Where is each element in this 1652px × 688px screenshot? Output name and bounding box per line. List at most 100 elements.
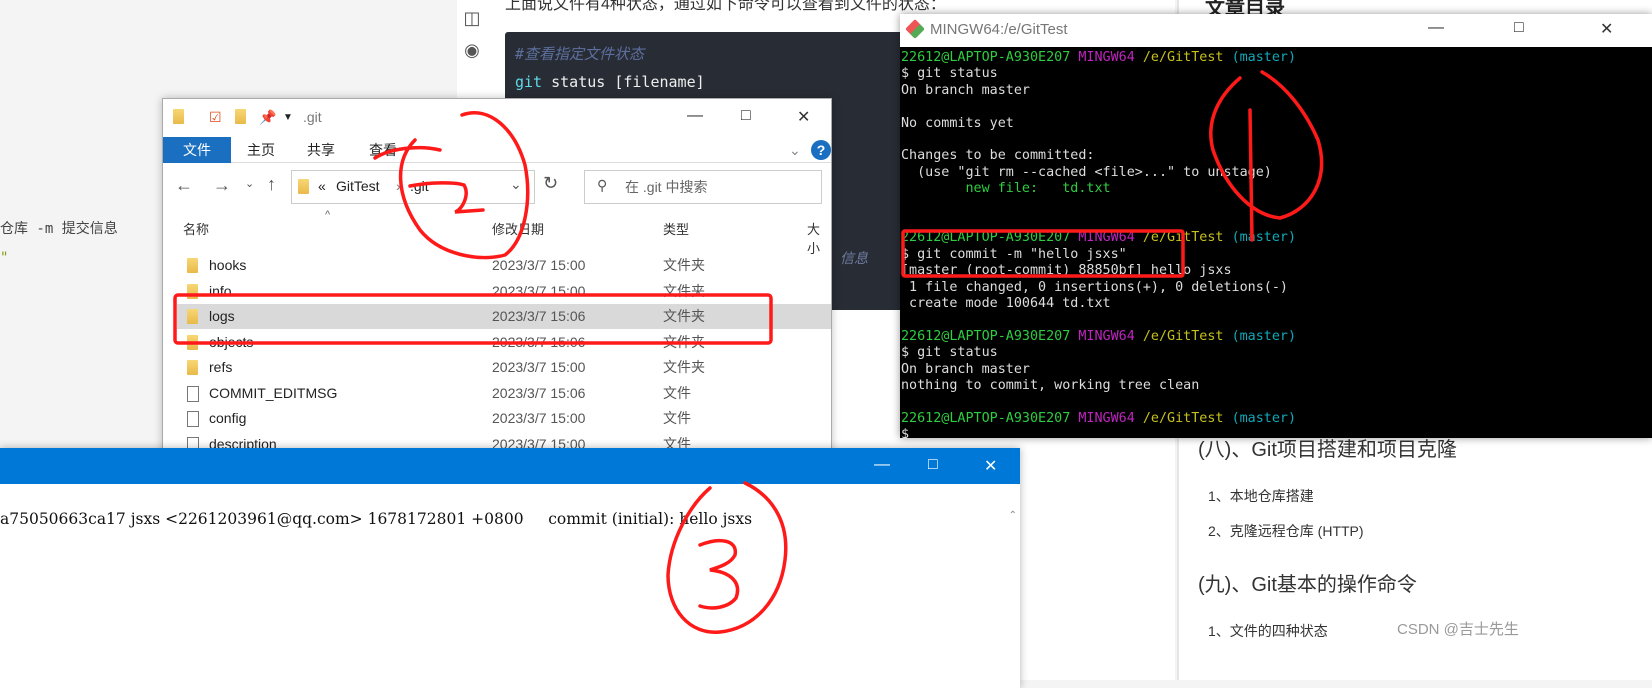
ribbon-tabs: 文件 主页 共享 查看 ⌄ ?	[163, 137, 831, 163]
terminal-line: create mode 100644 td.txt	[901, 296, 1111, 312]
terminal-prompt: 22612@LAPTOP-A930E207 MINGW64 /e/GitTest…	[901, 50, 1297, 65]
tab-view[interactable]: 查看	[369, 137, 397, 163]
recent-dropdown[interactable]: ⌄	[245, 177, 254, 190]
code-comment: #查看指定文件状态	[515, 45, 645, 63]
forward-button[interactable]: →	[213, 175, 231, 196]
breadcrumb-overflow[interactable]: «	[318, 178, 326, 194]
folder-icon	[298, 179, 309, 194]
terminal-line: Changes to be committed:	[901, 148, 1095, 164]
column-type[interactable]: 类型	[663, 219, 689, 238]
close-button[interactable]: ✕	[797, 107, 810, 127]
back-button[interactable]: ←	[175, 175, 193, 196]
file-row[interactable]: COMMIT_EDITMSG 2023/3/7 15:06 文件	[177, 381, 831, 406]
tab-home[interactable]: 主页	[247, 137, 275, 163]
terminal-line: $	[901, 427, 918, 443]
file-date: 2023/3/7 15:00	[492, 257, 586, 273]
columns-icon[interactable]: ◫	[462, 8, 482, 28]
terminal-line: On branch master	[901, 82, 1030, 98]
tab-share[interactable]: 共享	[307, 137, 335, 163]
help-icon[interactable]: ?	[811, 140, 831, 160]
maximize-button[interactable]: □	[928, 456, 938, 474]
column-date[interactable]: 修改日期	[492, 219, 544, 238]
pin-icon[interactable]: 📌	[259, 109, 276, 126]
explorer-titlebar: ☑ 📌 ▼ .git — □ ✕	[163, 99, 831, 137]
file-name: COMMIT_EDITMSG	[209, 384, 338, 401]
close-button[interactable]: ✕	[1600, 19, 1613, 39]
maximize-button[interactable]: □	[1514, 19, 1524, 37]
nav-bar: ← → ⌄ ↑ « GitTest › .git ⌄ ↻ 在 .git 中搜索 …	[163, 163, 831, 211]
expand-ribbon-icon[interactable]: ⌄	[789, 137, 801, 163]
file-date: 2023/3/7 15:00	[492, 282, 586, 299]
file-name: logs	[209, 308, 235, 324]
file-explorer-window: ☑ 📌 ▼ .git — □ ✕ 文件 主页 共享 查看 ⌄ ? ← → ⌄ ↑…	[162, 98, 832, 458]
git-logo-icon	[905, 19, 925, 39]
terminal-output[interactable]: 22612@LAPTOP-A930E207 MINGW64 /e/GitTest…	[900, 47, 1652, 447]
terminal-window: MINGW64:/e/GitTest — □ ✕ 22612@LAPTOP-A9…	[900, 14, 1652, 442]
terminal-prompt: 22612@LAPTOP-A930E207 MINGW64 /e/GitTest…	[901, 410, 1297, 426]
refresh-button[interactable]: ↻	[543, 173, 558, 194]
file-type: 文件	[663, 410, 691, 426]
file-row[interactable]: objects 2023/3/7 15:06 文件夹	[177, 330, 831, 355]
file-row[interactable]: logs 2023/3/7 15:06 文件夹	[177, 304, 831, 329]
terminal-line: nothing to commit, working tree clean	[901, 378, 1200, 394]
search-icon: ⚲	[597, 177, 608, 193]
terminal-titlebar: MINGW64:/e/GitTest — □ ✕	[900, 14, 1652, 47]
breadcrumb-gittest[interactable]: GitTest	[336, 178, 380, 194]
properties-icon[interactable]: ☑	[209, 109, 222, 126]
file-row[interactable]: config 2023/3/7 15:00 文件	[177, 406, 831, 431]
toc-item[interactable]: 1、文件的四种状态	[1208, 621, 1328, 641]
minimize-button[interactable]: —	[1428, 19, 1444, 37]
notepad-content[interactable]: a75050663ca17 jsxs <2261203961@qq.com> 1…	[0, 510, 752, 528]
code-cmd: git	[515, 73, 543, 91]
article-left-quote: "	[0, 250, 9, 266]
code-comment-behind: 信息	[840, 250, 868, 266]
minimize-button[interactable]: —	[687, 107, 703, 125]
terminal-line: $ git status	[901, 345, 998, 361]
address-bar[interactable]: « GitTest › .git ⌄	[291, 170, 535, 204]
terminal-line: $ git commit -m "hello jsxs"	[901, 246, 1127, 262]
code-args: status	[551, 73, 606, 91]
toc-item[interactable]: 1、本地仓库搭建	[1208, 486, 1314, 506]
tab-file[interactable]: 文件	[163, 137, 231, 163]
notepad-titlebar: — □ ✕	[0, 448, 1020, 484]
minimize-button[interactable]: —	[874, 456, 890, 474]
file-date: 2023/3/7 15:06	[492, 333, 586, 350]
file-name: info	[209, 282, 232, 299]
breadcrumb-git[interactable]: .git	[410, 178, 429, 194]
toc-item[interactable]: (九)、Git基本的操作命令	[1198, 568, 1417, 597]
terminal-prompt: 22612@LAPTOP-A930E207 MINGW64 /e/GitTest…	[901, 230, 1297, 246]
toc-item[interactable]: 2、克隆远程仓库 (HTTP)	[1208, 521, 1364, 541]
terminal-line: $ git status	[901, 66, 998, 82]
breadcrumb-separator[interactable]: ›	[396, 178, 401, 194]
maximize-button[interactable]: □	[741, 107, 751, 125]
search-input[interactable]: 在 .git 中搜索	[584, 170, 822, 204]
code-bracket: [filename]	[614, 73, 705, 91]
column-size[interactable]: 大小	[807, 219, 831, 257]
terminal-line: (use "git rm --cached <file>..." to unst…	[901, 164, 1272, 180]
folder-icon	[173, 109, 184, 127]
file-name: hooks	[209, 257, 247, 273]
file-type: 文件夹	[663, 257, 705, 273]
new-folder-icon[interactable]	[235, 109, 246, 127]
eye-icon[interactable]: ◉	[462, 40, 482, 60]
terminal-line: On branch master	[901, 361, 1030, 377]
up-button[interactable]: ↑	[267, 174, 276, 195]
article-text: 上面说文件有4种状态，通过如下命令可以查看到文件的状态：	[505, 0, 946, 13]
file-row[interactable]: info 2023/3/7 15:00 文件夹	[177, 279, 831, 304]
window-title: .git	[303, 109, 322, 125]
file-date: 2023/3/7 15:06	[492, 384, 586, 401]
file-type: 文件夹	[663, 308, 705, 324]
file-type: 文件夹	[663, 282, 705, 299]
scroll-up-arrow[interactable]: ⌃	[1009, 510, 1017, 521]
terminal-line: 1 file changed, 0 insertions(+), 0 delet…	[901, 279, 1288, 295]
article-left-text: 仓库 -m 提交信息	[0, 221, 118, 237]
close-button[interactable]: ✕	[984, 456, 997, 476]
column-name[interactable]: 名称	[183, 219, 209, 238]
customize-dropdown-icon[interactable]: ▼	[283, 112, 293, 123]
file-type: 文件夹	[663, 359, 705, 375]
terminal-title: MINGW64:/e/GitTest	[930, 21, 1068, 38]
terminal-line: new file: td.txt	[901, 181, 1111, 197]
file-row[interactable]: hooks 2023/3/7 15:00 文件夹	[177, 253, 831, 278]
address-dropdown[interactable]: ⌄	[510, 176, 522, 193]
file-row[interactable]: refs 2023/3/7 15:00 文件夹	[177, 355, 831, 380]
